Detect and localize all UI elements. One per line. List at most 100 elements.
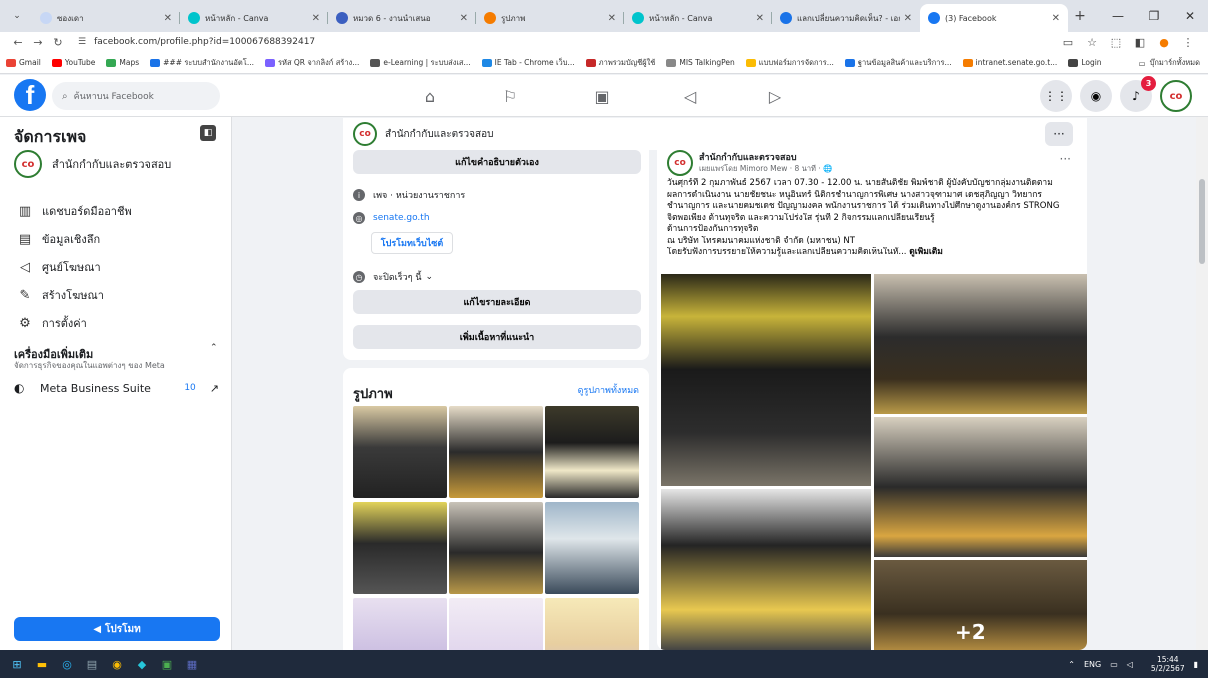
scrollbar-thumb[interactable] bbox=[1199, 179, 1205, 264]
browser-tab[interactable]: หมวด 6 - งานนำเสนอ ✕ bbox=[328, 4, 476, 32]
tray-chevron-icon[interactable]: ⌃ bbox=[1068, 660, 1075, 669]
website-link[interactable]: senate.go.th bbox=[373, 213, 430, 223]
tab-search-icon[interactable]: ⌄ bbox=[4, 4, 30, 28]
post-author[interactable]: สำนักกำกับและตรวจสอบ bbox=[699, 150, 797, 164]
site-info-icon[interactable]: ☰ bbox=[78, 37, 86, 47]
post-photo[interactable] bbox=[661, 489, 871, 650]
reload-icon[interactable]: ↻ bbox=[48, 36, 68, 49]
back-icon[interactable]: ← bbox=[8, 36, 28, 49]
tab-close-icon[interactable]: ✕ bbox=[312, 13, 320, 24]
chevron-up-icon[interactable]: ⌃ bbox=[210, 343, 218, 353]
bookmark[interactable]: ฐานข้อมูลสินค้าและบริการ... bbox=[844, 57, 952, 69]
sidebar-page-link[interactable]: co สำนักกำกับและตรวจสอบ bbox=[14, 150, 171, 178]
cast-icon[interactable]: ▭ bbox=[1056, 36, 1080, 49]
meta-business-suite-link[interactable]: ◐ Meta Business Suite 10 ↗ bbox=[14, 381, 219, 395]
post-photo[interactable] bbox=[874, 274, 1087, 414]
clock[interactable]: 15:44 5/2/2567 bbox=[1142, 655, 1185, 673]
photo-thumbnail[interactable] bbox=[449, 406, 543, 498]
photo-thumbnail[interactable] bbox=[353, 502, 447, 594]
tab-close-icon[interactable]: ✕ bbox=[608, 13, 616, 24]
profile-icon[interactable]: ● bbox=[1152, 36, 1176, 49]
chrome-icon[interactable]: ◉ bbox=[106, 655, 128, 673]
photo-thumbnail[interactable] bbox=[545, 502, 639, 594]
close-icon[interactable]: ✕ bbox=[1172, 9, 1208, 23]
star-icon[interactable]: ☆ bbox=[1080, 36, 1104, 49]
post-author-logo-icon[interactable]: co bbox=[667, 150, 693, 176]
browser-tab[interactable]: แลกเปลี่ยนความคิดเห็น? - เอกสาร✕ bbox=[772, 4, 920, 32]
all-bookmarks[interactable]: ▭ บุ๊กมาร์กทั้งหมด bbox=[1139, 52, 1200, 74]
tab-close-icon[interactable]: ✕ bbox=[756, 13, 764, 24]
avatar[interactable]: co bbox=[1160, 80, 1192, 112]
photo-thumbnail[interactable] bbox=[353, 406, 447, 498]
facebook-logo-icon[interactable]: f bbox=[14, 79, 46, 111]
network-icon[interactable]: ▭ bbox=[1110, 660, 1118, 669]
add-featured-button[interactable]: เพิ่มเนื้อหาที่แนะนำ bbox=[353, 325, 641, 349]
url-field[interactable]: ☰ facebook.com/profile.php?id=10006768839… bbox=[78, 33, 1056, 51]
promote-website-button[interactable]: โปรโมทเว็บไซต์ bbox=[371, 232, 453, 254]
edge-icon[interactable]: ◎ bbox=[56, 655, 78, 673]
notification-center-icon[interactable]: ▮ bbox=[1194, 660, 1198, 669]
taskbar-app-icon[interactable]: ◆ bbox=[131, 655, 153, 673]
browser-tab[interactable]: ซองเดา ✕ bbox=[32, 4, 180, 32]
line-icon[interactable]: ▣ bbox=[156, 655, 178, 673]
bookmark[interactable]: intranet.senate.go.t... bbox=[962, 58, 1057, 67]
bookmark[interactable]: Login bbox=[1068, 58, 1102, 67]
bookmark[interactable]: Gmail bbox=[6, 58, 41, 67]
windows-start-icon[interactable]: ⊞ bbox=[6, 655, 28, 673]
tab-close-icon[interactable]: ✕ bbox=[904, 13, 912, 24]
sidebar-item-ad-center[interactable]: ◁ ศูนย์โฆษณา bbox=[14, 258, 101, 276]
browser-tab[interactable]: หน้าหลัก - Canva ✕ bbox=[624, 4, 772, 32]
photo-thumbnail[interactable] bbox=[545, 406, 639, 498]
dashboard-icon[interactable]: ▣ bbox=[572, 75, 632, 117]
video-icon[interactable]: ▷ bbox=[745, 75, 805, 117]
post-photo[interactable] bbox=[661, 274, 871, 486]
page-scrollbar[interactable] bbox=[1196, 117, 1208, 650]
tab-close-icon[interactable]: ✕ bbox=[164, 13, 172, 24]
language-indicator[interactable]: ENG bbox=[1084, 660, 1101, 669]
messenger-icon[interactable]: ◉ bbox=[1080, 80, 1112, 112]
browser-tab-active[interactable]: (3) Facebook ✕ bbox=[920, 4, 1068, 32]
tab-close-icon[interactable]: ✕ bbox=[460, 13, 468, 24]
forward-icon[interactable]: → bbox=[28, 36, 48, 49]
browser-tab[interactable]: หน้าหลัก - Canva ✕ bbox=[180, 4, 328, 32]
see-more-link[interactable]: ดูเพิ่มเติม bbox=[909, 247, 943, 257]
extensions-icon[interactable]: ⬚ bbox=[1104, 36, 1128, 49]
taskbar-app-icon[interactable]: ▦ bbox=[181, 655, 203, 673]
flag-icon[interactable]: ⚐ bbox=[480, 75, 540, 117]
sidebar-item-dashboard[interactable]: ▥ แดชบอร์ดมืออาชีพ bbox=[14, 202, 132, 220]
menu-grid-icon[interactable]: ⋮⋮ bbox=[1040, 80, 1072, 112]
sidebar-item-create-ad[interactable]: ✎ สร้างโฆษณา bbox=[14, 286, 104, 304]
bookmark[interactable]: Maps bbox=[106, 58, 139, 67]
tab-close-icon[interactable]: ✕ bbox=[1052, 13, 1060, 24]
more-photos-count[interactable]: +2 bbox=[955, 620, 986, 644]
file-explorer-icon[interactable]: ▬ bbox=[31, 655, 53, 673]
megaphone-icon[interactable]: ◁ bbox=[660, 75, 720, 117]
notifications-icon[interactable]: ♪ 3 bbox=[1120, 76, 1156, 112]
post-photo[interactable] bbox=[874, 417, 1087, 557]
volume-icon[interactable]: ◁ bbox=[1127, 660, 1133, 669]
edit-details-button[interactable]: แก้ไขรายละเอียด bbox=[353, 290, 641, 314]
browser-tab[interactable]: รูปภาพ ✕ bbox=[476, 4, 624, 32]
bookmark[interactable]: e-Learning | ระบบส่งเส... bbox=[370, 57, 471, 69]
home-icon[interactable]: ⌂ bbox=[400, 75, 460, 117]
search-input[interactable]: ⌕ ค้นหาบน Facebook bbox=[52, 82, 220, 110]
taskbar-app-icon[interactable]: ▤ bbox=[81, 655, 103, 673]
see-all-photos-link[interactable]: ดูรูปภาพทั้งหมด bbox=[578, 383, 639, 397]
menu-icon[interactable]: ⋮ bbox=[1176, 36, 1200, 49]
bookmark[interactable]: แบบฟอร์มการจัดการ... bbox=[745, 57, 834, 69]
bookmark[interactable]: รหัส QR จากลิงก์ สร้าง... bbox=[264, 57, 359, 69]
bookmark[interactable]: ### ระบบสำนักงานอัตโ... bbox=[150, 57, 254, 69]
hours-row[interactable]: ◷ จะปิดเร็วๆ นี้ ⌄ bbox=[353, 270, 433, 284]
sidebar-item-insights[interactable]: ▤ ข้อมูลเชิงลึก bbox=[14, 230, 100, 248]
bookmark[interactable]: IE Tab - Chrome เว็บ... bbox=[481, 57, 575, 69]
promote-button[interactable]: ◀ โปรโมท bbox=[14, 617, 220, 641]
edit-bio-button[interactable]: แก้ไขคำอธิบายตัวเอง bbox=[353, 150, 641, 174]
bookmark[interactable]: MIS TalkingPen bbox=[666, 58, 735, 67]
bookmark[interactable]: YouTube bbox=[51, 58, 95, 67]
minimize-icon[interactable]: — bbox=[1100, 9, 1136, 23]
sidebar-item-settings[interactable]: ⚙ การตั้งค่า bbox=[14, 314, 87, 332]
sidepanel-icon[interactable]: ◧ bbox=[1128, 36, 1152, 49]
maximize-icon[interactable]: ❐ bbox=[1136, 9, 1172, 23]
post-options-icon[interactable]: ··· bbox=[1060, 152, 1071, 166]
new-tab-button[interactable]: + bbox=[1068, 4, 1092, 28]
